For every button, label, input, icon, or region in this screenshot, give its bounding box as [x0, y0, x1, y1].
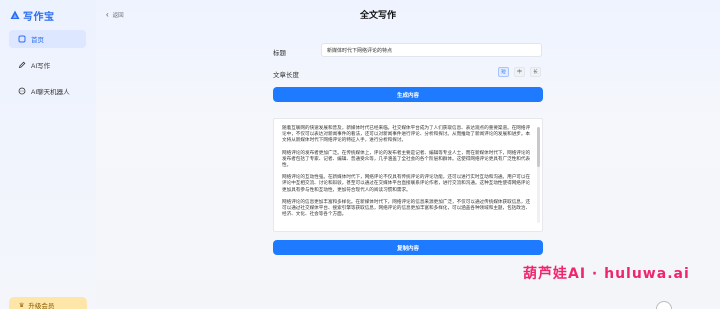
output-paragraph: 网络评论的信息更加丰富和多样化。在新媒体时代下，网络评论的信息来源更加广泛，不仅…	[282, 198, 531, 217]
title-input[interactable]: 新媒体时代下网络评论的特点	[321, 43, 542, 57]
sidebar-item-ai-writing[interactable]: AI写作	[9, 56, 86, 74]
title-label: 标题	[273, 50, 286, 57]
sidebar-item-home[interactable]: 首页	[9, 30, 86, 48]
app-logo[interactable]: 写作宝	[10, 8, 55, 23]
length-selector: 短 中 长	[498, 67, 541, 77]
output-paragraph: 网络评论的发布者更加广泛。在传统媒体上，评论的发布者主要是记者、编辑等专业人士，…	[282, 149, 531, 168]
pen-icon	[18, 61, 26, 69]
upgrade-button[interactable]: ♛ 升级会员	[9, 297, 87, 309]
help-icon[interactable]	[656, 301, 672, 309]
back-button[interactable]: ‹ 返回	[106, 10, 124, 19]
scrollbar-thumb[interactable]	[537, 127, 540, 167]
crown-icon: ♛	[19, 302, 25, 309]
sidebar: 写作宝 首页 AI写作 AI聊天机器人 ♛ 升级会员	[0, 0, 96, 309]
logo-text: 写作宝	[23, 11, 55, 23]
page-title: 全文写作	[360, 10, 397, 20]
length-label: 文章长度	[273, 72, 299, 79]
sidebar-item-ai-chatbot[interactable]: AI聊天机器人	[9, 82, 86, 100]
output-paragraph: 随着互联网的快速发展和普及，新媒体时代已经来临。社交媒体平台成为了人们获取信息、…	[282, 125, 531, 143]
home-icon	[18, 35, 26, 43]
title-input-value: 新媒体时代下网络评论的特点	[327, 47, 393, 54]
length-option-medium[interactable]: 中	[514, 67, 525, 77]
watermark: 葫芦娃AI · huluwa.ai	[523, 266, 690, 282]
sidebar-nav: 首页 AI写作 AI聊天机器人	[9, 30, 86, 108]
back-label: 返回	[112, 12, 124, 19]
output-panel: 随着互联网的快速发展和普及，新媒体时代已经来临。社交媒体平台成为了人们获取信息、…	[273, 118, 543, 232]
length-option-long[interactable]: 长	[530, 67, 541, 77]
chevron-left-icon: ‹	[106, 10, 109, 19]
logo-icon	[10, 10, 20, 20]
output-paragraph: 网络评论的互动性强。在新媒体时代下，网络评论不仅具有传统评论的评论功能，还可以进…	[282, 174, 531, 192]
length-option-short[interactable]: 短	[498, 67, 509, 77]
output-scrollbar[interactable]	[537, 127, 540, 223]
sidebar-item-label: AI聊天机器人	[31, 89, 70, 96]
sidebar-item-label: 首页	[31, 37, 44, 44]
sidebar-item-label: AI写作	[31, 63, 51, 70]
copy-button[interactable]: 复制内容	[273, 240, 543, 255]
chat-icon	[18, 87, 26, 95]
output-text[interactable]: 随着互联网的快速发展和普及，新媒体时代已经来临。社交媒体平台成为了人们获取信息、…	[281, 125, 534, 225]
upgrade-label: 升级会员	[28, 303, 55, 309]
generate-button[interactable]: 生成内容	[273, 87, 543, 102]
